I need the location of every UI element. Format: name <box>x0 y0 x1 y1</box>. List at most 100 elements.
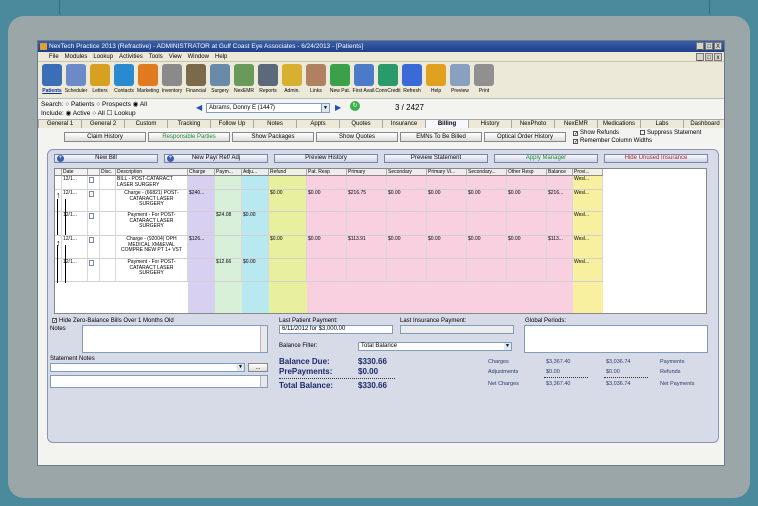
show-quotes-button[interactable]: Show Quotes <box>316 132 398 142</box>
balance-filter-select[interactable]: Total Balance ▼ <box>358 342 512 351</box>
responsible-parties-button[interactable]: Responsible Parties <box>148 132 230 142</box>
grid-header-adju[interactable]: Adju... <box>242 169 269 176</box>
table-row[interactable]: 12/1... Payment - For POST-CATARACT LASER… <box>55 212 706 236</box>
toolbar-print-button[interactable]: Print <box>472 64 496 98</box>
toolbar-nexemr-button[interactable]: NexEMR <box>232 64 256 98</box>
document-icon[interactable] <box>89 260 94 266</box>
radio-prospects[interactable]: ○ Prospects <box>96 101 131 108</box>
grid-header-description[interactable]: Description <box>116 169 188 176</box>
document-icon[interactable] <box>89 237 94 243</box>
grid-header-date[interactable]: Date <box>62 169 88 176</box>
menu-view[interactable]: View <box>169 54 182 60</box>
preview-statement-button[interactable]: Preview Statement <box>384 154 488 163</box>
toolbar-refresh-button[interactable]: Refresh <box>400 64 424 98</box>
statement-notes-select[interactable]: ▼ <box>50 363 245 372</box>
toolbar-marketing-button[interactable]: Marketing <box>136 64 160 98</box>
toolbar-first-avail-button[interactable]: First Avail. <box>352 64 376 98</box>
checkbox-lookup[interactable]: ☐ Lookup <box>107 110 136 117</box>
menu-help[interactable]: Help <box>215 54 227 60</box>
grid-header-primary[interactable]: Primary <box>347 169 387 176</box>
tab-labs[interactable]: Labs <box>640 119 684 128</box>
close-button[interactable]: X <box>714 42 722 50</box>
grid-header-balance[interactable]: Balance <box>547 169 573 176</box>
tab-nexphoto[interactable]: NexPhoto <box>511 119 555 128</box>
tab-general-1[interactable]: General 1 <box>38 119 82 128</box>
optical-order-history-button[interactable]: Optical Order History <box>484 132 566 142</box>
toolbar-reports-button[interactable]: Reports <box>256 64 280 98</box>
show-refunds-checkbox[interactable]: ✓ Show Refunds <box>573 130 619 137</box>
tab-medications[interactable]: Medications <box>597 119 641 128</box>
radio-include-all[interactable]: ○ All <box>92 110 105 117</box>
hide-zero-balance-checkbox[interactable]: ✓ Hide Zero-Balance Bills Over 1 Months O… <box>52 318 174 324</box>
toolbar-admin-button[interactable]: Admin. <box>280 64 304 98</box>
grid-header-provi[interactable]: Provi... <box>573 169 603 176</box>
menu-tools[interactable]: Tools <box>149 54 163 60</box>
grid-header-paym[interactable]: Paym... <box>215 169 242 176</box>
chevron-down-icon[interactable]: ▼ <box>237 364 244 371</box>
mdi-restore-button[interactable]: □ <box>705 53 713 61</box>
suppress-statement-checkbox[interactable]: Suppress Statement <box>640 130 701 136</box>
document-icon[interactable] <box>89 191 94 197</box>
toolbar-scheduler-button[interactable]: Scheduler <box>64 64 88 98</box>
grid-header-refund[interactable]: Refund <box>269 169 307 176</box>
grid-header-secondary[interactable]: Secondary... <box>467 169 507 176</box>
toolbar-inventory-button[interactable]: Inventory <box>160 64 184 98</box>
grid-header-primary-vi[interactable]: Primary Vi... <box>427 169 467 176</box>
hide-unused-insurance-button[interactable]: Hide Unused Insurance <box>604 154 708 163</box>
document-icon[interactable] <box>89 177 94 183</box>
toolbar-help-button[interactable]: Help <box>424 64 448 98</box>
preview-history-button[interactable]: Preview History <box>274 154 378 163</box>
statement-notes-textarea[interactable] <box>50 375 268 388</box>
tab-billing[interactable]: Billing <box>425 119 469 128</box>
minimize-button[interactable]: _ <box>696 42 704 50</box>
claim-history-button[interactable]: Claim History <box>64 132 146 142</box>
tab-notes[interactable]: Notes <box>253 119 297 128</box>
tab-follow-up[interactable]: Follow Up <box>210 119 254 128</box>
toolbar-letters-button[interactable]: Letters <box>88 64 112 98</box>
toolbar-links-button[interactable]: Links <box>304 64 328 98</box>
statement-notes-more-button[interactable]: ... <box>248 363 268 372</box>
next-patient-icon[interactable]: ▶ <box>335 103 341 112</box>
grid-header-charge[interactable]: Charge <box>188 169 215 176</box>
radio-active[interactable]: ◉ Active <box>66 110 91 117</box>
toolbar-financial-button[interactable]: Financial <box>184 64 208 98</box>
previous-patient-icon[interactable]: ◀ <box>196 103 202 112</box>
document-icon[interactable] <box>89 213 94 219</box>
menu-modules[interactable]: Modules <box>65 54 88 60</box>
tab-tracking[interactable]: Tracking <box>167 119 211 128</box>
menu-lookup[interactable]: Lookup <box>93 54 113 60</box>
radio-patients[interactable]: ○ Patients <box>65 101 94 108</box>
tab-history[interactable]: History <box>468 119 512 128</box>
tab-quotes[interactable]: Quotes <box>339 119 383 128</box>
table-row[interactable]: 12/1... Charge - (92004) OPH MEDICAL XM&E… <box>55 236 706 259</box>
maximize-button[interactable]: □ <box>705 42 713 50</box>
chevron-down-icon[interactable]: ▼ <box>504 343 511 350</box>
table-row[interactable]: 12/1... Charge - (66821) POST-CATARACT LA… <box>55 190 706 212</box>
menu-file[interactable]: File <box>49 54 59 60</box>
tab-appts[interactable]: Appts <box>296 119 340 128</box>
menu-activities[interactable]: Activities <box>119 54 143 60</box>
new-pay-button[interactable]: + New Pay/ Ref/ Adj <box>164 154 268 163</box>
new-bill-button[interactable]: + New Bill <box>54 154 158 163</box>
mdi-minimize-button[interactable]: _ <box>696 53 704 61</box>
toolbar-surgery-button[interactable]: Surgery <box>208 64 232 98</box>
patient-select[interactable]: Abrams, Donny E (1447) ▼ <box>206 103 330 113</box>
emns-to-be-billed-button[interactable]: EMNs To Be Billed <box>400 132 482 142</box>
toolbar-preview-button[interactable]: Preview <box>448 64 472 98</box>
grid-header-other-resp[interactable]: Other Resp <box>507 169 547 176</box>
radio-all[interactable]: ◉ All <box>133 101 147 108</box>
toolbar-contacts-button[interactable]: Contacts <box>112 64 136 98</box>
mdi-close-button[interactable]: x <box>714 53 722 61</box>
grid-header-pat-resp[interactable]: Pat. Resp <box>307 169 347 176</box>
billing-grid[interactable]: Date Disc. Description Charge Paym... Adju...… <box>54 168 707 314</box>
menu-window[interactable]: Window <box>188 54 209 60</box>
global-periods-list[interactable] <box>524 325 708 353</box>
tab-general-2[interactable]: General 2 <box>81 119 125 128</box>
tab-insurance[interactable]: Insurance <box>382 119 426 128</box>
table-row[interactable]: 12/1... Payment - For POST-CATARACT LASER… <box>55 259 706 282</box>
go-icon[interactable]: ↻ <box>350 101 360 111</box>
table-row[interactable]: 12/1... BILL - POST-CATARACT LASER SURGER… <box>55 176 706 190</box>
remember-widths-checkbox[interactable]: ✓ Remember Column Widths <box>573 138 652 145</box>
toolbar-new-pat-button[interactable]: New Pat. <box>328 64 352 98</box>
chevron-down-icon[interactable]: ▼ <box>321 104 329 112</box>
